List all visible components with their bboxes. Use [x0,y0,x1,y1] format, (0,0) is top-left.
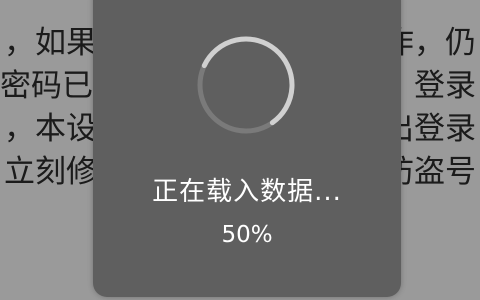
loading-spinner-icon [197,36,295,134]
loading-dialog: 正在载入数据... 50% [93,0,401,297]
spinner-arc [201,36,295,126]
loading-message: 正在载入数据... [152,177,342,207]
loading-percent: 50% [221,222,273,248]
